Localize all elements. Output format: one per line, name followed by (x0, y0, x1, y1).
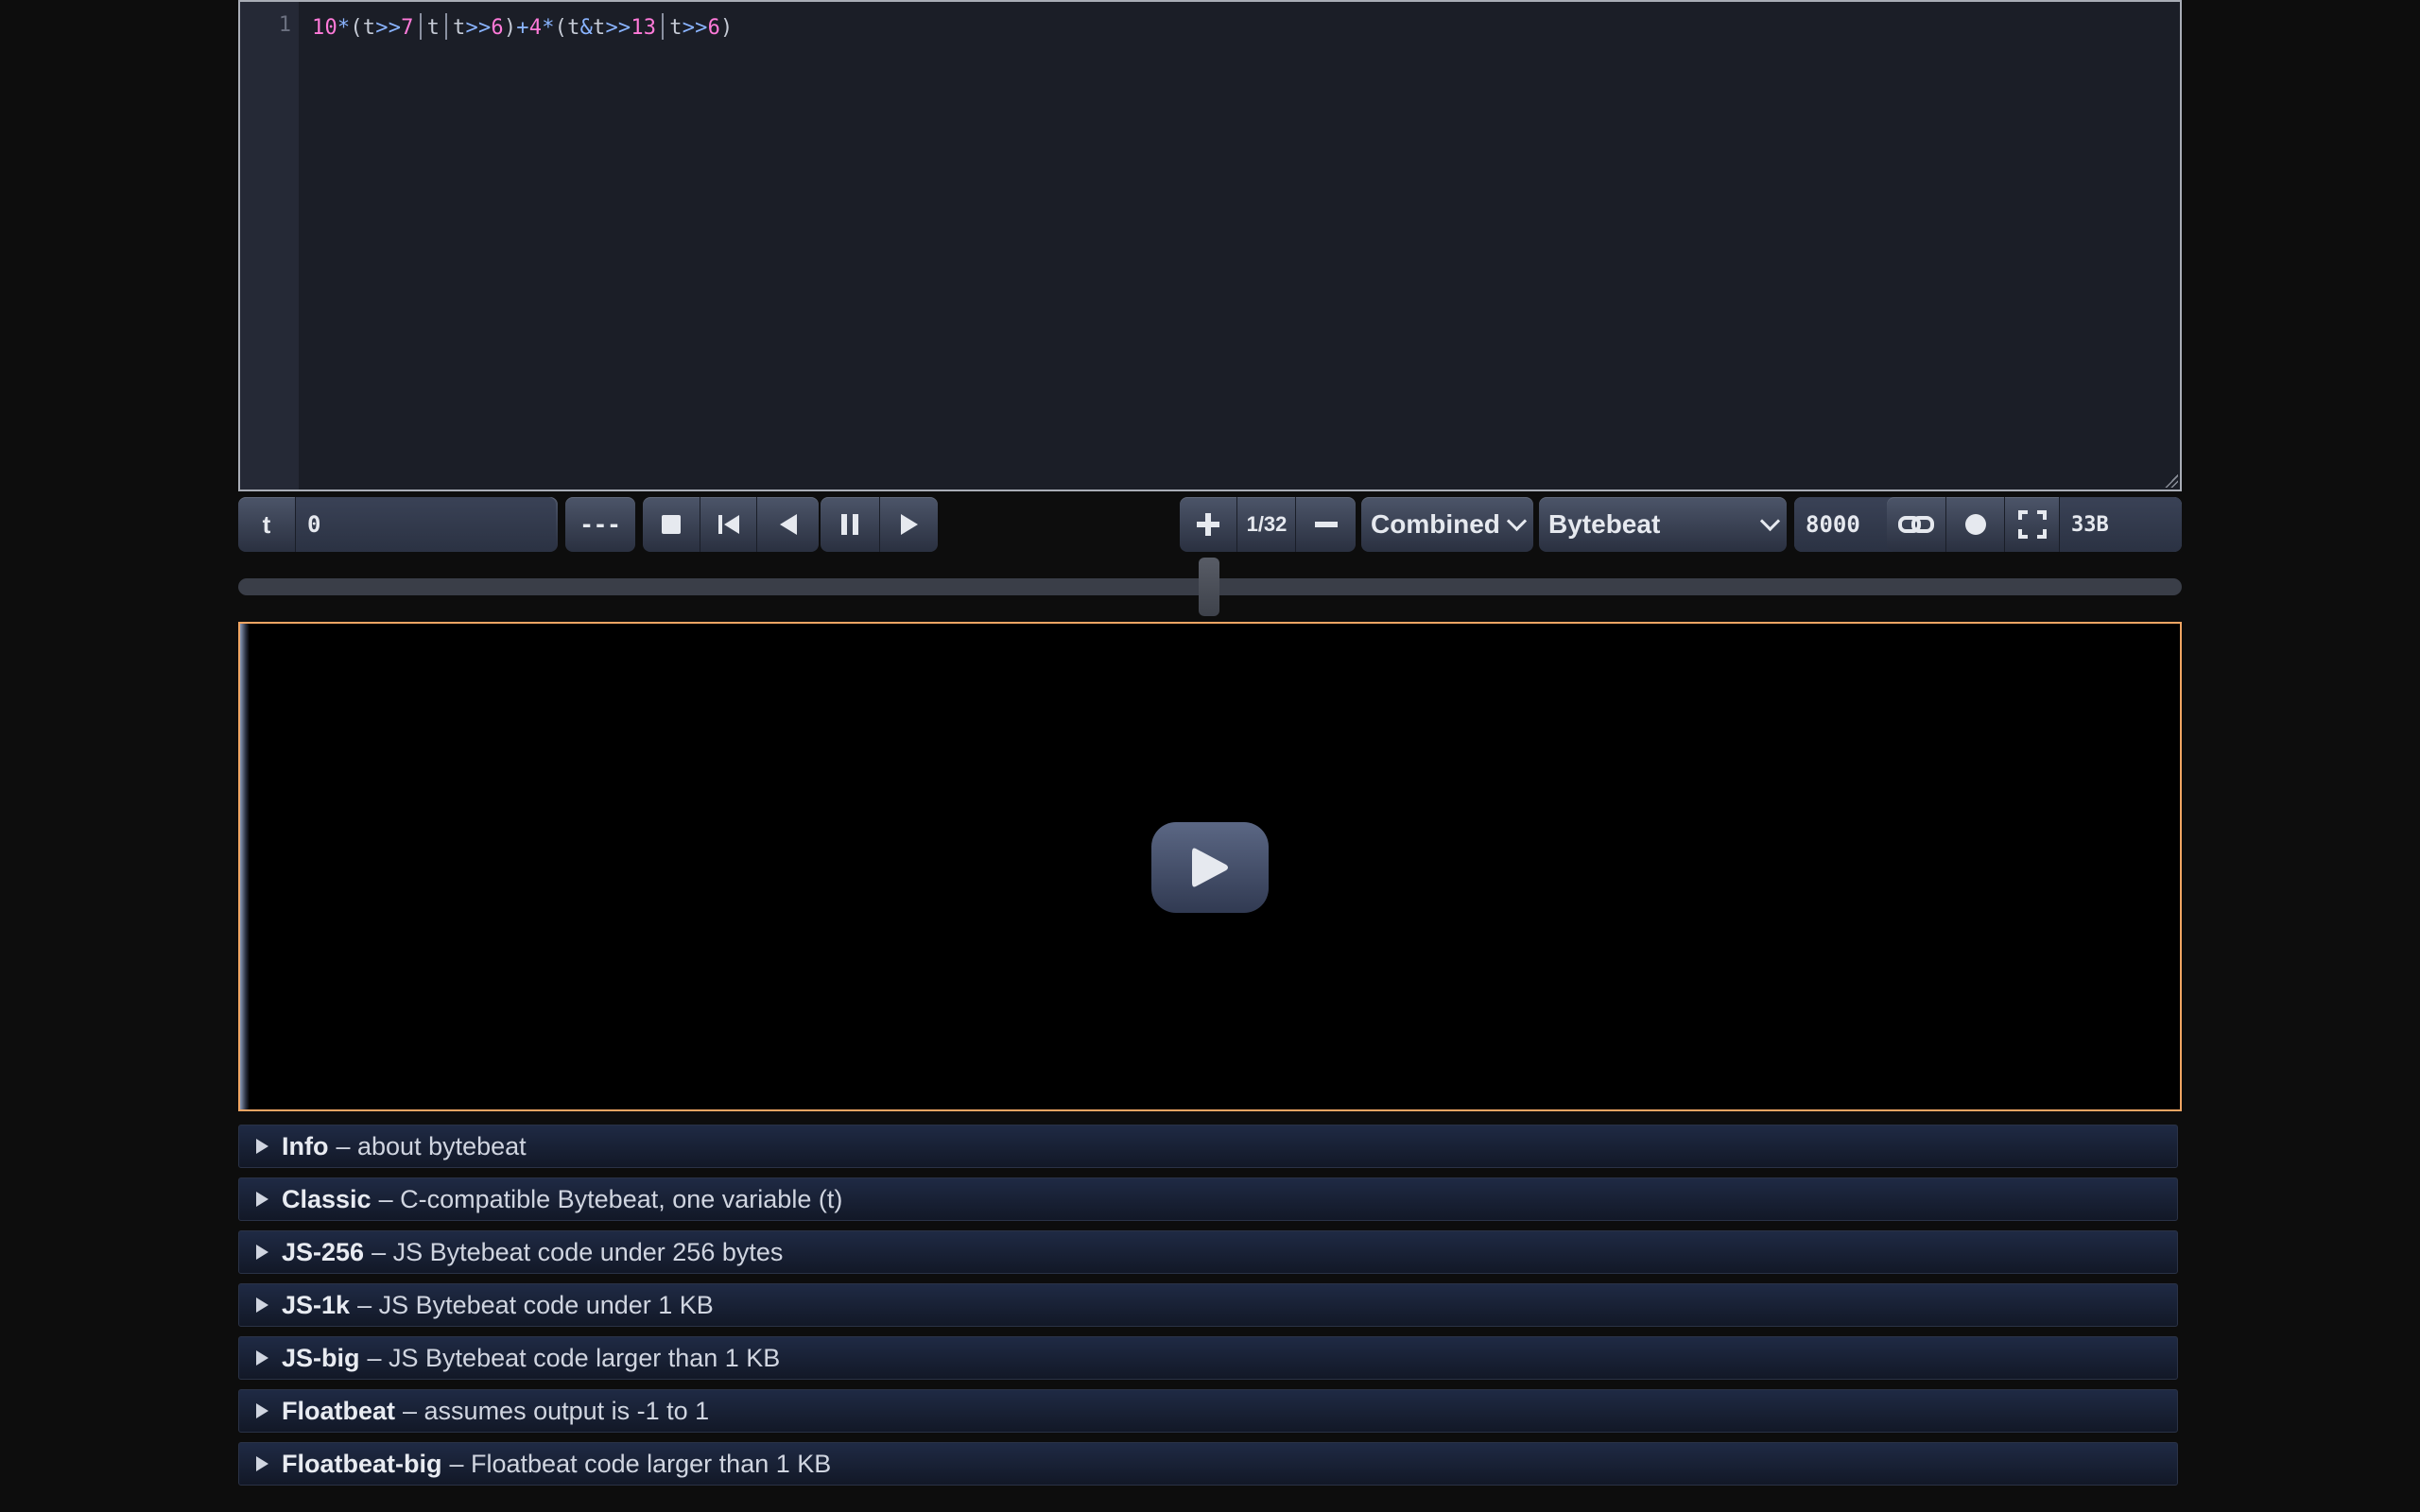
pause-play-group (821, 497, 938, 552)
fullscreen-button[interactable] (2004, 497, 2060, 552)
plus-icon (1197, 513, 1219, 536)
mode-value: Bytebeat (1548, 509, 1661, 539)
disclosure-triangle-icon (256, 1245, 268, 1260)
time-group: t 0 (238, 497, 558, 552)
section-description: – about bytebeat (336, 1131, 527, 1160)
t-label: t (262, 509, 271, 539)
link-icon (1898, 516, 1934, 533)
disclosure-triangle-icon (256, 1403, 268, 1418)
disclosure-triangle-icon (256, 1192, 268, 1207)
zoom-out-button[interactable] (1295, 497, 1357, 552)
waveform-canvas[interactable] (238, 622, 2182, 1111)
resize-handle[interactable] (2165, 474, 2178, 488)
section-title: Floatbeat-big (282, 1449, 442, 1478)
library-section-js-256[interactable]: JS-256– JS Bytebeat code under 256 bytes (238, 1230, 2178, 1274)
time-display-group: --- (565, 497, 635, 552)
canvas-play-button[interactable] (1151, 822, 1269, 913)
mode-select[interactable]: Bytebeat (1539, 497, 1787, 552)
pause-button[interactable] (821, 497, 879, 552)
code-line[interactable]: 10*(t>>7 t t>>6)+4*(t&t>>13 t>>6) (312, 13, 734, 40)
disclosure-triangle-icon (256, 1456, 268, 1471)
line-gutter: 1 (240, 2, 299, 490)
play-forward-icon (901, 514, 918, 535)
section-title: Info (282, 1131, 329, 1160)
chevron-down-icon (1759, 510, 1781, 531)
library-section-js-big[interactable]: JS-big – JS Bytebeat code larger than 1 K… (238, 1336, 2178, 1380)
section-description: – JS Bytebeat code under 256 bytes (372, 1237, 784, 1266)
chevron-down-icon (1506, 510, 1528, 531)
scale-value: 1/32 (1236, 497, 1296, 552)
share-link-button[interactable] (1887, 497, 1945, 552)
disclosure-triangle-icon (256, 1350, 268, 1366)
library-section-js-1k[interactable]: JS-1k – JS Bytebeat code under 1 KB (238, 1283, 2178, 1327)
record-icon (1965, 514, 1986, 535)
draw-mode-value: Combined (1371, 509, 1500, 539)
section-title: Classic (282, 1184, 372, 1213)
restart-button[interactable] (700, 497, 757, 552)
minus-icon (1315, 522, 1338, 527)
section-title: JS-1k (282, 1290, 351, 1319)
section-description: – assumes output is -1 to 1 (403, 1396, 710, 1425)
transport-group (643, 497, 819, 552)
draw-mode-select[interactable]: Combined (1361, 497, 1533, 552)
scale-group: 1/32 (1180, 497, 1356, 552)
rewind-button[interactable] (756, 497, 820, 552)
record-button[interactable] (1945, 497, 2005, 552)
code-size-display: 33B (2059, 497, 2182, 552)
library-section-floatbeat[interactable]: Floatbeat – assumes output is -1 to 1 (238, 1389, 2178, 1433)
disclosure-triangle-icon (256, 1297, 268, 1313)
position-slider-thumb[interactable] (1199, 558, 1219, 616)
play-icon (1192, 848, 1228, 887)
section-title: JS-big (282, 1343, 360, 1372)
playhead-edge (240, 624, 250, 1109)
play-forward-button[interactable] (879, 497, 939, 552)
disclosure-triangle-icon (256, 1139, 268, 1154)
t-input[interactable]: 0 (295, 497, 556, 552)
fullscreen-icon (2018, 510, 2047, 539)
library-section-info[interactable]: Info – about bytebeat (238, 1125, 2178, 1168)
code-editor[interactable]: 1 10*(t>>7 t t>>6)+4*(t&t>>13 t>>6) (238, 0, 2182, 491)
line-number: 1 (278, 13, 291, 37)
section-description: – JS Bytebeat code larger than 1 KB (367, 1343, 781, 1372)
play-backward-icon (780, 514, 797, 535)
section-description: – C-compatible Bytebeat, one variable (t… (378, 1184, 843, 1213)
stop-button-hit (643, 497, 700, 552)
library-section-floatbeat-big[interactable]: Floatbeat-big – Floatbeat code larger tha… (238, 1442, 2178, 1486)
zoom-in-button[interactable] (1180, 497, 1236, 552)
pause-icon (841, 514, 858, 535)
skip-back-icon (718, 515, 739, 534)
section-description: – Floatbeat code larger than 1 KB (449, 1449, 832, 1478)
time-display-button[interactable]: --- (565, 497, 635, 552)
library-section-classic[interactable]: Classic – C-compatible Bytebeat, one vari… (238, 1177, 2178, 1221)
section-title: JS-256 (282, 1237, 365, 1266)
section-title: Floatbeat (282, 1396, 396, 1425)
section-description: – JS Bytebeat code under 1 KB (357, 1290, 714, 1319)
right-tools-group: 33B (1887, 497, 2182, 552)
